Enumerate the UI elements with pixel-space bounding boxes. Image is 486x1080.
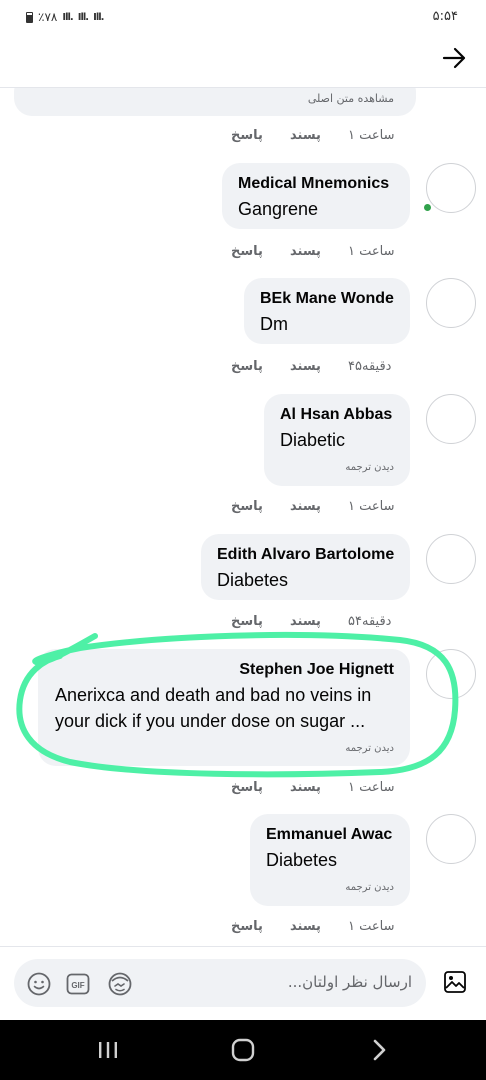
- see-original-link[interactable]: مشاهده متن اصلی: [308, 92, 394, 105]
- emoji-icon[interactable]: [26, 971, 52, 997]
- comment-text: Diabetes: [217, 570, 289, 590]
- reply-button[interactable]: پاسخ: [231, 359, 263, 374]
- comments-header: [0, 34, 486, 88]
- comment-text: Dm: [260, 314, 288, 334]
- comment-time: ۵۴دقیقه: [348, 614, 392, 629]
- battery-icon: [26, 11, 33, 23]
- comment-time: ۱ ساعت: [348, 919, 395, 934]
- avatar[interactable]: [426, 534, 476, 584]
- comment-author[interactable]: Al Hsan Abbas: [280, 406, 392, 424]
- reply-button[interactable]: پاسخ: [231, 780, 263, 795]
- avatar[interactable]: [426, 814, 476, 864]
- comment-input[interactable]: GIF ارسال نظر اولتان...: [14, 959, 426, 1007]
- comment-time: ۴۵دقیقه: [348, 359, 392, 374]
- comment-time: ۱ ساعت: [348, 128, 395, 143]
- comment-list[interactable]: مشاهده متن اصلی ۱ ساعت پسند پاسخ Medical…: [0, 88, 486, 946]
- comment-text-line-1: Anerixca and death and bad no veins in: [55, 685, 372, 705]
- comment-time: ۱ ساعت: [348, 244, 395, 259]
- reply-button[interactable]: پاسخ: [231, 919, 263, 934]
- comment-input-placeholder: ارسال نظر اولتان...: [287, 973, 412, 991]
- comment-author[interactable]: BEk Mane Wonde: [260, 290, 394, 308]
- comment-author[interactable]: Stephen Joe Hignett: [239, 661, 394, 679]
- signal-icon: Ill.: [62, 11, 73, 23]
- comment-bubble-partial[interactable]: مشاهده متن اصلی: [14, 88, 416, 116]
- data-signal-icon: Ill.: [77, 11, 89, 23]
- back-arrow-icon[interactable]: [440, 44, 468, 72]
- photo-icon[interactable]: [442, 969, 468, 995]
- system-navigation-bar: [0, 1020, 486, 1080]
- battery-percent: ٪۷۸: [38, 10, 58, 24]
- reply-button[interactable]: پاسخ: [231, 128, 263, 143]
- avatar-sticker-icon[interactable]: [107, 971, 133, 997]
- comment-text: Diabetes: [266, 850, 338, 870]
- like-button[interactable]: پسند: [290, 359, 321, 374]
- comment-author[interactable]: Medical Mnemonics: [238, 175, 389, 193]
- like-button[interactable]: پسند: [290, 128, 321, 143]
- comment-bubble[interactable]: Edith Alvaro Bartolome Diabetes: [201, 534, 410, 600]
- reply-button[interactable]: پاسخ: [231, 244, 263, 259]
- comment-author[interactable]: Edith Alvaro Bartolome: [217, 546, 394, 564]
- like-button[interactable]: پسند: [290, 780, 321, 795]
- comment-bubble[interactable]: Emmanuel Awac Diabetes دیدن ترجمه: [250, 814, 410, 906]
- comment-time: ۱ ساعت: [348, 780, 395, 795]
- reply-button[interactable]: پاسخ: [231, 614, 263, 629]
- comment-bubble[interactable]: Stephen Joe Hignett Anerixca and death a…: [38, 649, 410, 766]
- reply-button[interactable]: پاسخ: [231, 499, 263, 514]
- comment-bubble[interactable]: Al Hsan Abbas Diabetic دیدن ترجمه: [264, 394, 410, 486]
- status-bar: ٪۷۸ Ill. Ill. Ill. ۵:۵۴: [0, 0, 486, 34]
- like-button[interactable]: پسند: [290, 499, 321, 514]
- comment-bubble[interactable]: Medical Mnemonics Gangrene: [222, 163, 410, 229]
- compose-bar: GIF ارسال نظر اولتان...: [0, 946, 486, 1020]
- comment-bubble[interactable]: BEk Mane Wonde Dm: [244, 278, 410, 344]
- comment-time: ۱ ساعت: [348, 499, 395, 514]
- avatar[interactable]: [426, 394, 476, 444]
- back-icon[interactable]: [364, 1036, 394, 1064]
- see-translation-link[interactable]: دیدن ترجمه: [345, 743, 394, 754]
- avatar[interactable]: [426, 278, 476, 328]
- status-icons: ٪۷۸ Ill. Ill. Ill.: [26, 10, 105, 24]
- svg-text:GIF: GIF: [71, 981, 84, 990]
- status-time: ۵:۵۴: [432, 9, 458, 24]
- signal-icon-2: Ill.: [93, 11, 104, 23]
- like-button[interactable]: پسند: [290, 919, 321, 934]
- comment-text: Diabetic: [280, 430, 346, 450]
- comment-text: Gangrene: [238, 199, 319, 219]
- see-translation-link[interactable]: دیدن ترجمه: [345, 882, 394, 893]
- avatar[interactable]: [426, 649, 476, 699]
- see-translation-link[interactable]: دیدن ترجمه: [345, 462, 394, 473]
- like-button[interactable]: پسند: [290, 614, 321, 629]
- gif-icon[interactable]: GIF: [65, 971, 91, 997]
- like-button[interactable]: پسند: [290, 244, 321, 259]
- comment-author[interactable]: Emmanuel Awac: [266, 826, 392, 844]
- comment-text-line-2: your dick if you under dose on sugar ...: [55, 711, 366, 731]
- home-icon[interactable]: [228, 1036, 258, 1064]
- avatar[interactable]: [426, 163, 476, 213]
- recents-icon[interactable]: [93, 1036, 123, 1064]
- online-status-dot: [422, 202, 433, 213]
